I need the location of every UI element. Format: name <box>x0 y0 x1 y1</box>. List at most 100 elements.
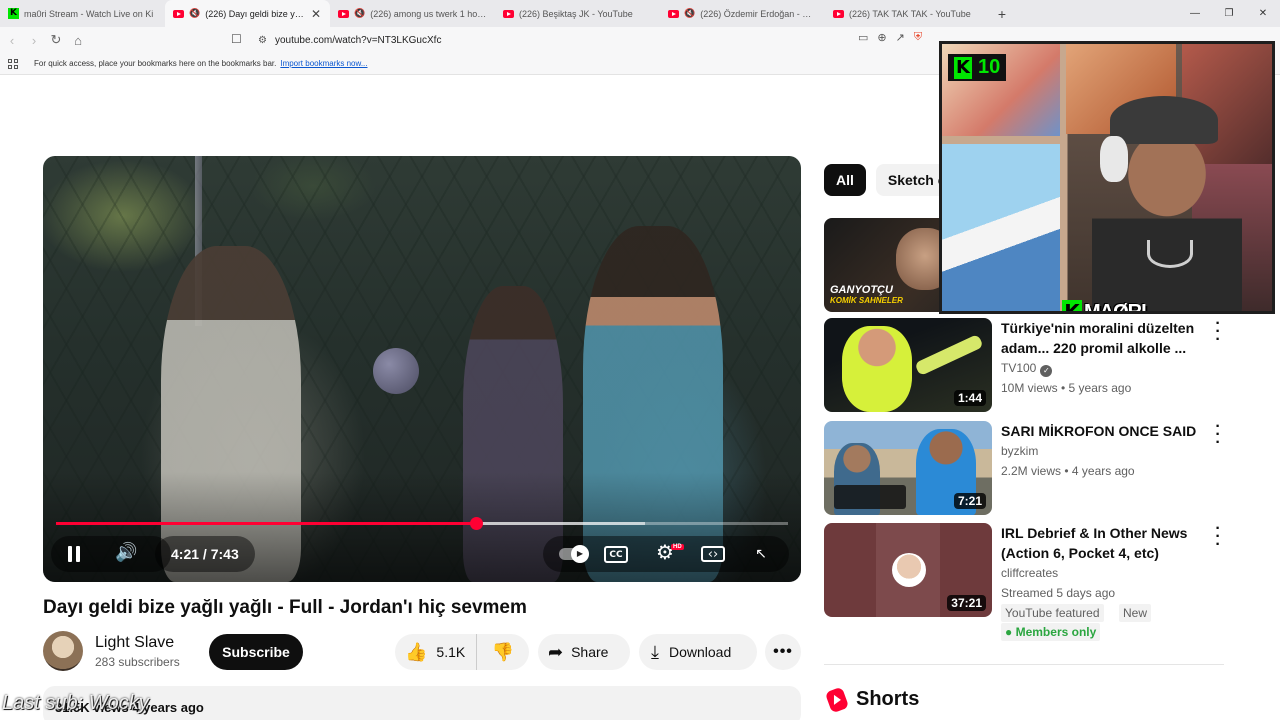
volume-icon[interactable]: 🔊 <box>115 542 137 563</box>
browser-tab-active[interactable]: 🔇 (226) Dayı geldi bize yağlı yağ ✕ <box>165 0 330 27</box>
tab-label: (226) among us twerk 1 hour - Y <box>370 8 487 19</box>
progress-played <box>56 522 477 525</box>
browser-tab[interactable]: (226) TAK TAK TAK - YouTube <box>825 0 990 27</box>
back-icon[interactable]: ‹ <box>2 33 22 48</box>
recommendation-item[interactable]: 37:21 IRL Debrief & In Other News (Actio… <box>824 521 1244 641</box>
chip-all[interactable]: All <box>824 164 866 196</box>
kebab-menu-icon[interactable]: · · · <box>1212 419 1224 451</box>
autoplay-toggle[interactable] <box>557 543 591 565</box>
speaker-muted-icon[interactable]: 🔇 <box>189 8 200 19</box>
duration-badge: 7:21 <box>953 493 986 509</box>
home-icon[interactable]: ⌂ <box>68 33 88 48</box>
new-badge: New <box>1119 604 1152 622</box>
new-tab-button[interactable]: + <box>990 2 1014 26</box>
theater-mode-icon[interactable]: ‹› <box>701 546 725 562</box>
recommendation-meta: 2.2M views • 4 years ago <box>1001 464 1135 478</box>
dislike-button[interactable]: 👎 <box>477 642 529 663</box>
shorts-label: Shorts <box>856 688 920 710</box>
zoom-icon[interactable]: ⊕ <box>877 31 886 44</box>
tab-label: ma0ri Stream - Watch Live on Ki <box>24 8 154 19</box>
restore-icon[interactable]: ❐ <box>1212 0 1246 27</box>
download-icon: ⤓ <box>651 641 659 663</box>
forward-icon[interactable]: › <box>24 33 44 48</box>
browser-tab[interactable]: (226) Beşiktaş JK - YouTube <box>495 0 660 27</box>
channel-name[interactable]: Light Slave <box>95 634 174 652</box>
time-separator: / <box>202 546 207 562</box>
bookmarks-hint: For quick access, place your bookmarks h… <box>34 59 277 68</box>
members-only-badge: ● Members only <box>1001 623 1101 641</box>
thumbnail-person <box>842 326 912 412</box>
cast-icon[interactable]: ▭ <box>858 31 868 44</box>
like-dislike-group: 👍 5.1K 👎 <box>395 634 529 670</box>
streamer-chain <box>1147 240 1193 268</box>
apps-grid-icon[interactable] <box>8 58 22 69</box>
more-actions-button[interactable]: ••• <box>765 634 801 670</box>
youtube-featured-badge: YouTube featured <box>1001 604 1104 622</box>
youtube-favicon-icon <box>338 9 349 18</box>
recommendation-thumbnail[interactable]: 7:21 <box>824 421 992 515</box>
recommendation-item[interactable]: 7:21 SARI MİKROFON ONCE SAID byzkim 2.2M… <box>824 419 1244 517</box>
members-label: Members only <box>1015 625 1097 639</box>
section-divider <box>824 664 1224 665</box>
current-time: 4:21 <box>171 546 200 562</box>
tab-label: (226) TAK TAK TAK - YouTube <box>849 8 971 19</box>
thumbs-down-icon: 👎 <box>491 641 515 663</box>
minimize-icon[interactable]: — <box>1178 0 1212 27</box>
recommendation-channel[interactable]: byzkim <box>1001 444 1038 458</box>
headset-icon <box>1100 136 1128 182</box>
browser-tab-bar: K ma0ri Stream - Watch Live on Ki 🔇 (226… <box>0 0 1280 27</box>
thumbnail-subtext: KOMİK SAHNELER <box>830 296 903 305</box>
browser-tab[interactable]: 🔇 (226) among us twerk 1 hour - Y <box>330 0 495 27</box>
streamer-beanie <box>1110 96 1218 144</box>
shorts-header[interactable]: Shorts <box>824 686 920 713</box>
recommendation-channel[interactable]: TV100 ✓ <box>1001 361 1053 377</box>
time-display: 4:21 / 7:43 <box>171 546 239 562</box>
close-window-icon[interactable]: ✕ <box>1246 0 1280 27</box>
address-bar-actions: ▭ ⊕ ↗ ⛨ <box>858 31 922 44</box>
subscribe-button[interactable]: Subscribe <box>209 634 303 670</box>
speaker-muted-icon[interactable]: 🔇 <box>354 8 365 19</box>
import-bookmarks-link[interactable]: Import bookmarks now... <box>280 59 367 68</box>
channel-avatar[interactable] <box>43 631 83 671</box>
subtitles-button[interactable]: CC <box>604 546 628 563</box>
kebab-menu-icon[interactable]: · · · <box>1212 316 1224 348</box>
site-info-icon[interactable]: ⚙ <box>258 35 267 46</box>
stream-overlay-caption: Last sub: Wocky <box>2 692 149 714</box>
kick-favicon-icon: K <box>8 8 19 19</box>
thumbnail-text: GANYOTÇU <box>830 284 893 296</box>
youtube-favicon-icon <box>503 9 514 18</box>
kebab-menu-icon[interactable]: · · · <box>1212 521 1224 553</box>
recommendation-thumbnail[interactable]: 37:21 <box>824 523 992 617</box>
speaker-muted-icon[interactable]: 🔇 <box>684 8 695 19</box>
share-button[interactable]: ➦ Share <box>538 634 630 670</box>
tab-label: (226) Beşiktaş JK - YouTube <box>519 8 633 19</box>
recommendation-title[interactable]: IRL Debrief & In Other News (Action 6, P… <box>1001 523 1201 563</box>
video-title: Dayı geldi bize yağlı yağlı - Full - Jor… <box>43 597 527 618</box>
reload-icon[interactable]: ↻ <box>46 32 66 48</box>
recommendation-title[interactable]: SARI MİKROFON ONCE SAID <box>1001 421 1201 441</box>
webcam-poster <box>942 144 1060 311</box>
video-player[interactable]: 🔊 4:21 / 7:43 CC ⚙ HD ‹› ↖ <box>43 156 801 582</box>
recommendation-thumbnail[interactable]: 1:44 <box>824 318 992 412</box>
share-page-icon[interactable]: ↗ <box>896 31 905 44</box>
tab-close-icon[interactable]: ✕ <box>310 7 322 21</box>
screen: K ma0ri Stream - Watch Live on Ki 🔇 (226… <box>0 0 1280 720</box>
subscriber-count: 283 subscribers <box>95 655 180 669</box>
like-button[interactable]: 👍 5.1K <box>395 634 477 670</box>
recommendation-meta: Streamed 5 days ago <box>1001 586 1116 600</box>
recommendation-channel[interactable]: cliffcreates <box>1001 566 1058 580</box>
hd-badge: HD <box>671 544 684 550</box>
youtube-favicon-icon <box>668 9 679 18</box>
miniplayer-icon[interactable]: ↖ <box>749 543 773 565</box>
video-frame-basketball <box>373 348 419 394</box>
pause-icon[interactable] <box>68 546 80 562</box>
progress-bar[interactable] <box>56 517 788 530</box>
recommendation-item[interactable]: 1:44 Türkiye'nin moralini düzelten adam.… <box>824 316 1244 414</box>
download-button[interactable]: ⤓ Download <box>639 634 757 670</box>
browser-tab[interactable]: K ma0ri Stream - Watch Live on Ki <box>0 0 165 27</box>
recommendation-title[interactable]: Türkiye'nin moralini düzelten adam... 22… <box>1001 318 1201 358</box>
browser-tab[interactable]: 🔇 (226) Özdemir Erdoğan - Bir Bah <box>660 0 825 27</box>
url-field[interactable]: ⚙ youtube.com/watch?v=NT3LKGucXfc <box>228 30 928 50</box>
shield-icon[interactable]: ⛨ <box>914 31 922 44</box>
share-arrow-icon: ➦ <box>548 641 564 663</box>
